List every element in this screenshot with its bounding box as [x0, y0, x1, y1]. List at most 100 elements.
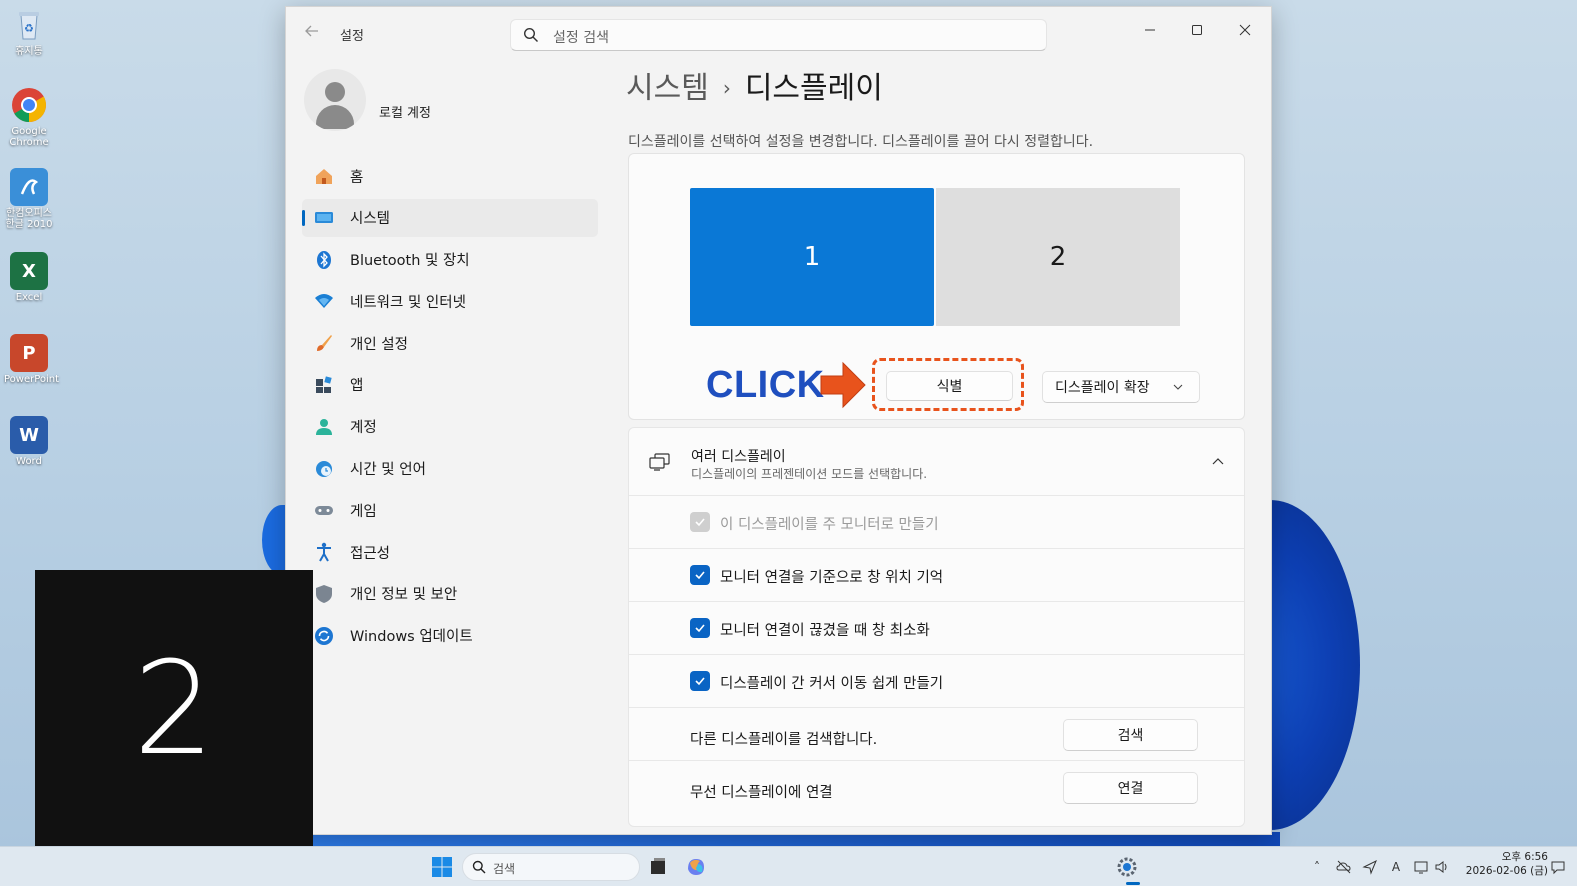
desktop-icon-word[interactable]: W Word [4, 416, 54, 467]
detect-displays-label: 다른 디스플레이를 검색합니다. [690, 732, 878, 748]
wireless-display-label: 무선 디스플레이에 연결 [690, 785, 833, 801]
show-hidden-icons-chevron-icon[interactable]: ˄ [1309, 859, 1325, 875]
location-icon[interactable] [1362, 859, 1378, 875]
option-row-remember-window[interactable]: 모니터 연결을 기준으로 창 위치 기억 [629, 549, 1244, 602]
cursor-movement-checkbox[interactable] [690, 671, 710, 691]
desktop-icon-recycle-bin[interactable]: ♻ 휴지통 [4, 6, 54, 57]
sidebar-item-label: 게임 [350, 503, 377, 520]
monitor-2-tile[interactable]: 2 [936, 188, 1180, 326]
chevron-up-icon[interactable] [1212, 456, 1224, 468]
breadcrumb: 시스템 › 디스플레이 [626, 63, 883, 107]
excel-icon: X [10, 252, 48, 290]
section-subtitle: 디스플레이의 프레젠테이션 모드를 선택합니다. [691, 467, 928, 481]
powerpoint-icon: P [10, 334, 48, 372]
sidebar-item-privacy[interactable]: 개인 정보 및 보안 [302, 575, 598, 613]
click-arrow-icon [820, 361, 866, 409]
minimize-button[interactable] [1127, 13, 1173, 47]
multiple-displays-header[interactable]: 여러 디스플레이 디스플레이의 프레젠테이션 모드를 선택합니다. [629, 428, 1244, 496]
copilot-icon[interactable] [684, 855, 708, 879]
sidebar-item-label: 계정 [350, 420, 377, 437]
sidebar-item-label: 접근성 [350, 545, 391, 562]
avatar[interactable] [304, 69, 366, 131]
monitor-1-tile[interactable]: 1 [690, 188, 934, 326]
detect-button[interactable]: 검색 [1063, 719, 1198, 751]
shield-icon [316, 584, 332, 603]
page-title: 디스플레이 [744, 71, 883, 106]
sidebar-item-label: 앱 [350, 378, 364, 395]
desktop-icon-hancom[interactable]: 한컴오피스 한글 2010 [4, 168, 54, 230]
volume-icon[interactable] [1434, 859, 1450, 875]
primary-monitor-checkbox [690, 512, 710, 532]
close-icon [1239, 24, 1251, 36]
clock-date: 2026-02-06 (금) [1465, 865, 1548, 877]
taskbar-clock[interactable]: 오후 6:56 2026-02-06 (금) [1462, 850, 1548, 878]
sidebar-item-windows-update[interactable]: Windows 업데이트 [302, 617, 598, 655]
desktop-icon-excel[interactable]: X Excel [4, 252, 54, 303]
onedrive-offline-icon[interactable] [1336, 859, 1352, 875]
desktop-icon-chrome[interactable]: Google Chrome [4, 86, 54, 148]
desktop-icon-powerpoint[interactable]: P PowerPoint [4, 334, 59, 385]
close-button[interactable] [1222, 13, 1268, 47]
input-language-icon[interactable]: A [1388, 859, 1404, 875]
notification-icon[interactable] [1550, 859, 1566, 875]
sidebar-item-apps[interactable]: 앱 [302, 366, 598, 404]
check-icon [695, 571, 705, 580]
home-icon [316, 169, 332, 184]
multiple-displays-section: 여러 디스플레이 디스플레이의 프레젠테이션 모드를 선택합니다. 이 디스플레… [628, 427, 1245, 827]
breadcrumb-parent[interactable]: 시스템 [626, 71, 709, 106]
option-row-cursor-movement[interactable]: 디스플레이 간 커서 이동 쉽게 만들기 [629, 655, 1244, 708]
sidebar-item-gaming[interactable]: 게임 [302, 491, 598, 529]
option-row-minimize-windows[interactable]: 모니터 연결이 끊겼을 때 창 최소화 [629, 602, 1244, 655]
time-language-icon [316, 460, 332, 477]
task-view-icon[interactable] [646, 855, 670, 879]
sidebar-item-label: Windows 업데이트 [350, 629, 473, 646]
sidebar-item-bluetooth[interactable]: Bluetooth 및 장치 [302, 241, 598, 279]
minimize-windows-checkbox[interactable] [690, 618, 710, 638]
remember-window-checkbox[interactable] [690, 565, 710, 585]
sidebar-item-personalization[interactable]: 개인 설정 [302, 324, 598, 362]
network-status-icon[interactable] [1414, 859, 1430, 875]
display-mode-select[interactable]: 디스플레이 확장 [1042, 371, 1200, 403]
sidebar-item-label: 시간 및 언어 [350, 462, 426, 479]
recycle-bin-icon: ♻ [10, 6, 48, 44]
option-label: 모니터 연결이 끊겼을 때 창 최소화 [720, 623, 930, 639]
desktop-icon-label: Google Chrome [9, 126, 49, 148]
check-icon [695, 518, 705, 527]
sidebar-item-network[interactable]: 네트워크 및 인터넷 [302, 282, 598, 320]
settings-search-input[interactable]: 설정 검색 [510, 19, 1047, 51]
system-icon [315, 211, 333, 223]
windows-start-icon[interactable] [431, 856, 453, 878]
sidebar-item-accessibility[interactable]: 접근성 [302, 533, 598, 571]
taskbar-search-input[interactable]: 검색 [462, 853, 640, 881]
connect-button[interactable]: 연결 [1063, 772, 1198, 804]
settings-gear-icon[interactable] [1115, 855, 1139, 879]
option-label: 디스플레이 간 커서 이동 쉽게 만들기 [720, 676, 944, 692]
network-icon [315, 294, 333, 309]
sidebar-item-time-language[interactable]: 시간 및 언어 [302, 450, 598, 488]
chrome-icon [10, 86, 48, 124]
sidebar-item-label: 시스템 [350, 211, 391, 228]
account-icon [316, 418, 332, 435]
row-wireless-display: 무선 디스플레이에 연결 연결 [629, 761, 1244, 814]
section-title: 여러 디스플레이 [691, 449, 786, 465]
profile-name: 로컬 계정 [379, 106, 431, 121]
gamepad-icon [315, 506, 333, 516]
sidebar-item-system[interactable]: 시스템 [302, 198, 598, 237]
display-mode-value: 디스플레이 확장 [1055, 380, 1150, 396]
sidebar-item-home[interactable]: 홈 [302, 157, 598, 195]
click-annotation-label: CLICK [706, 364, 825, 406]
bluetooth-icon [317, 250, 331, 269]
svg-text:♻: ♻ [24, 22, 34, 35]
back-button[interactable] [300, 21, 324, 45]
display-arrangement-card: 1 2 CLICK 식별 디스플레이 확장 [628, 153, 1245, 420]
identify-button[interactable]: 식별 [886, 371, 1013, 401]
breadcrumb-separator: › [722, 76, 731, 100]
title-bar: 설정 설정 검색 [286, 7, 1271, 57]
brush-icon [317, 335, 332, 352]
desktop-icon-label: PowerPoint [4, 374, 60, 385]
apps-icon [316, 376, 332, 393]
minimize-icon [1145, 29, 1155, 31]
sidebar-item-accounts[interactable]: 계정 [302, 408, 598, 446]
taskbar: 검색 ˄ A 오후 6:56 2026-02-06 (금) [0, 846, 1577, 886]
maximize-button[interactable] [1174, 13, 1220, 47]
